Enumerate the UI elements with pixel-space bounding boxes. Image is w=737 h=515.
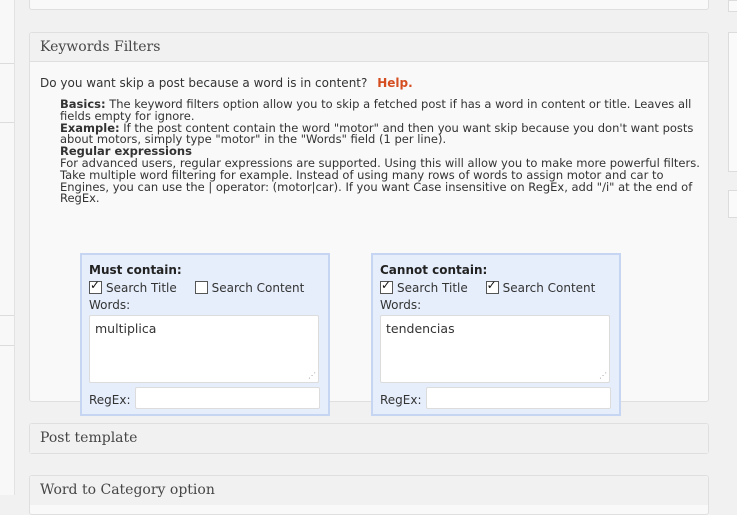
must-contain-title: Must contain: <box>89 263 182 277</box>
cannot-search-content-option[interactable]: Search Content <box>485 278 596 295</box>
previous-postbox <box>29 0 709 10</box>
must-words-label: Words: <box>89 298 131 312</box>
must-search-title-option[interactable]: Search Title <box>89 278 177 295</box>
cannot-words-label: Words: <box>380 298 422 312</box>
must-contain-options: Search Title Search Content <box>89 278 318 295</box>
left-background-strip <box>0 0 15 495</box>
cannot-words-textarea[interactable]: tendencias ⋰ <box>380 315 610 383</box>
basics-text: The keyword filters option allow you to … <box>60 97 692 123</box>
strip-divider <box>0 122 14 123</box>
help-description: Basics: The keyword filters option allow… <box>60 97 700 206</box>
must-contain-box: Must contain: Search Title Search Conten… <box>80 253 330 416</box>
word-to-category-postbox: Word to Category option <box>29 475 709 515</box>
right-background-panel <box>728 0 737 12</box>
cannot-search-title-option[interactable]: Search Title <box>380 278 468 295</box>
example-paragraph: Example: If the post content contain the… <box>60 120 700 147</box>
skip-question-text: Do you want skip a post because a word i… <box>40 76 368 90</box>
keywords-filters-header[interactable]: Keywords Filters <box>30 33 708 62</box>
must-search-title-label: Search Title <box>106 281 177 295</box>
word-to-category-header[interactable]: Word to Category option <box>30 476 708 505</box>
must-search-content-option[interactable]: Search Content <box>194 281 305 295</box>
right-background-panel <box>728 32 737 172</box>
cannot-search-content-checkbox[interactable] <box>485 278 499 294</box>
basics-paragraph: Basics: The keyword filters option allow… <box>60 97 700 123</box>
must-regex-input[interactable] <box>135 387 320 409</box>
cannot-regex-label: RegEx: <box>380 393 422 407</box>
right-background-panel <box>728 190 737 218</box>
cannot-contain-title: Cannot contain: <box>380 263 488 277</box>
cannot-search-title-checkbox[interactable] <box>380 278 393 294</box>
post-template-header[interactable]: Post template <box>30 424 708 453</box>
must-search-content-checkbox[interactable] <box>194 281 208 294</box>
help-link[interactable]: Help. <box>377 76 412 90</box>
resize-grip-icon[interactable]: ⋰ <box>308 372 316 380</box>
skip-question: Do you want skip a post because a word i… <box>40 76 413 90</box>
strip-divider <box>0 63 14 64</box>
must-words-value: multiplica <box>95 321 157 336</box>
example-text: If the post content contain the word "mo… <box>60 120 694 147</box>
cannot-words-value: tendencias <box>386 321 455 336</box>
strip-divider <box>0 345 14 346</box>
resize-grip-icon[interactable]: ⋰ <box>599 372 607 380</box>
strip-divider <box>0 315 14 316</box>
must-words-textarea[interactable]: multiplica ⋰ <box>89 315 319 383</box>
keywords-filters-postbox: Keywords Filters Do you want skip a post… <box>29 32 709 416</box>
cannot-regex-input[interactable] <box>426 387 611 409</box>
cannot-search-title-label: Search Title <box>397 281 468 295</box>
cannot-search-content-label: Search Content <box>502 281 596 295</box>
cannot-contain-box: Cannot contain: Search Title Search Cont… <box>371 253 621 416</box>
must-regex-label: RegEx: <box>89 393 131 407</box>
must-search-title-checkbox[interactable] <box>89 278 102 294</box>
must-search-content-label: Search Content <box>211 281 305 295</box>
cannot-contain-options: Search Title Search Content <box>380 278 609 295</box>
post-template-postbox: Post template <box>29 423 709 454</box>
regex-paragraph: For advanced users, regular expressions … <box>60 155 700 206</box>
